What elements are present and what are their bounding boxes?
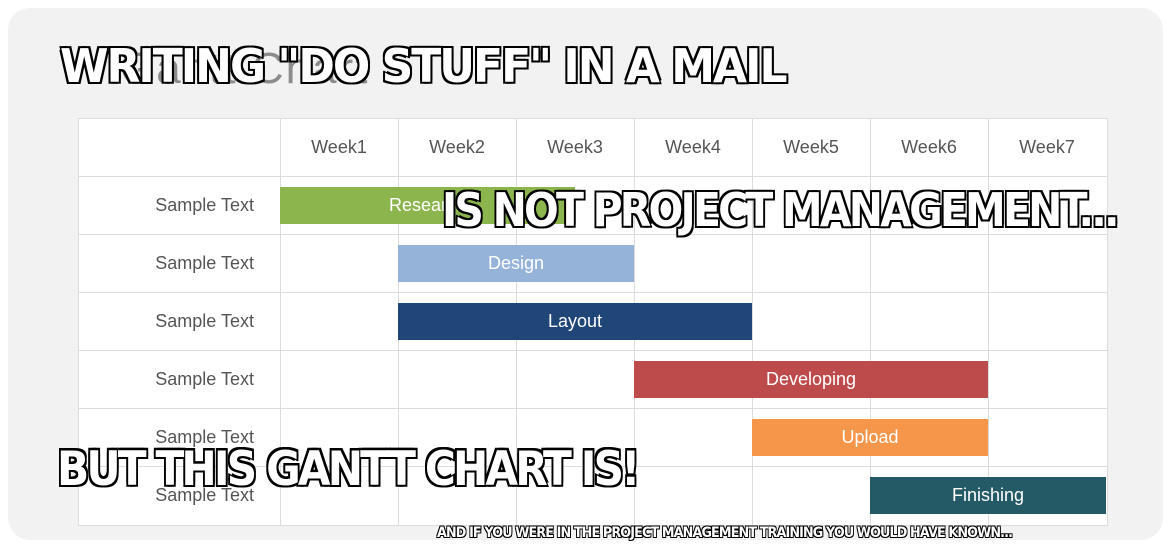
week-header: Week7	[1019, 136, 1075, 157]
row-label: Sample Text	[155, 368, 254, 389]
task-bar-upload: Upload	[752, 418, 988, 456]
grid-line	[752, 118, 753, 526]
row-label: Sample Text	[155, 194, 254, 215]
task-bar-layout: Layout	[398, 302, 752, 340]
week-header: Week1	[311, 136, 367, 157]
meme-top-caption: WRITING "DO STUFF" IN A MAIL	[59, 39, 789, 95]
week-header: Week6	[901, 136, 957, 157]
meme-footer-caption: AND IF YOU WERE IN THE PROJECT MANAGEMEN…	[436, 524, 1013, 542]
grid-line	[1107, 118, 1108, 526]
meme-bottom-caption: BUT THIS GANTT CHART IS!	[56, 441, 642, 498]
week-header: Week4	[665, 136, 721, 157]
grid-line	[870, 118, 871, 526]
row-label: Sample Text	[155, 310, 254, 331]
task-bar-design: Design	[398, 244, 634, 282]
week-header: Week2	[429, 136, 485, 157]
meme-middle-caption: IS NOT PROJECT MANAGEMENT...	[441, 183, 1121, 239]
task-bar-developing: Developing	[634, 360, 988, 398]
task-bar-finishing: Finishing	[870, 476, 1106, 514]
week-header: Week5	[783, 136, 839, 157]
grid-line	[988, 118, 989, 526]
week-header: Week3	[547, 136, 603, 157]
row-label: Sample Text	[155, 252, 254, 273]
